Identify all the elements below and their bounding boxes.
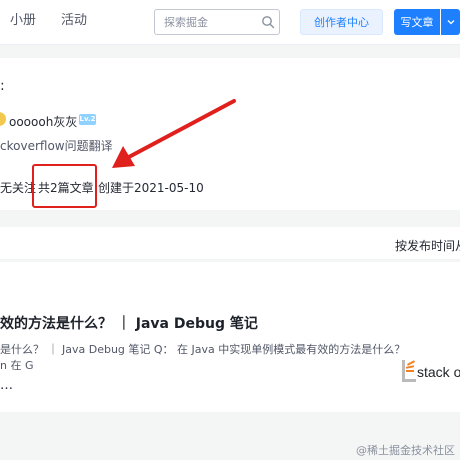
watermark: @稀土掘金技术社区: [356, 444, 455, 457]
column-title: ckoverflow问题翻译: [0, 139, 113, 153]
created-date-stat: 创建于2021-05-10: [98, 181, 204, 195]
article-list-card: [0, 262, 460, 412]
sort-by-publish-time[interactable]: 按发布时间从: [395, 237, 460, 254]
level-badge: Lv.2: [79, 114, 96, 125]
article-summary-line-2: n 在 G: [0, 359, 34, 372]
annotation-highlight-box: [32, 164, 97, 208]
sort-bar: [0, 227, 460, 259]
thumbnail-text: stack o: [417, 364, 460, 380]
nav-item-booklet[interactable]: 小册: [10, 13, 36, 29]
author-name[interactable]: oooooh灰灰: [9, 113, 77, 130]
nav-item-events[interactable]: 活动: [61, 13, 87, 29]
article-thumbnail[interactable]: stack o: [396, 350, 460, 390]
write-article-button[interactable]: 写文章: [394, 9, 440, 35]
followers-stat: 无关注: [0, 181, 37, 195]
stackoverflow-logo-icon: stack o: [402, 360, 460, 382]
top-navbar: 小册 活动 创作者中心 写文章: [0, 0, 460, 45]
column-heading-fragment: :: [0, 78, 5, 94]
search-input[interactable]: [164, 14, 256, 30]
write-article-dropdown[interactable]: [441, 9, 460, 35]
summary-ellipsis: …: [0, 378, 13, 393]
creator-center-button[interactable]: 创作者中心: [300, 9, 383, 35]
article-title[interactable]: 效的方法是什么？ ｜ Java Debug 笔记: [0, 313, 258, 333]
article-summary-line-1: 是什么？ ｜ Java Debug 笔记 Q： 在 Java 中实现单例模式最有…: [0, 343, 406, 356]
chevron-down-icon: [447, 20, 454, 25]
search-box: [154, 9, 280, 35]
search-icon[interactable]: [261, 15, 275, 29]
